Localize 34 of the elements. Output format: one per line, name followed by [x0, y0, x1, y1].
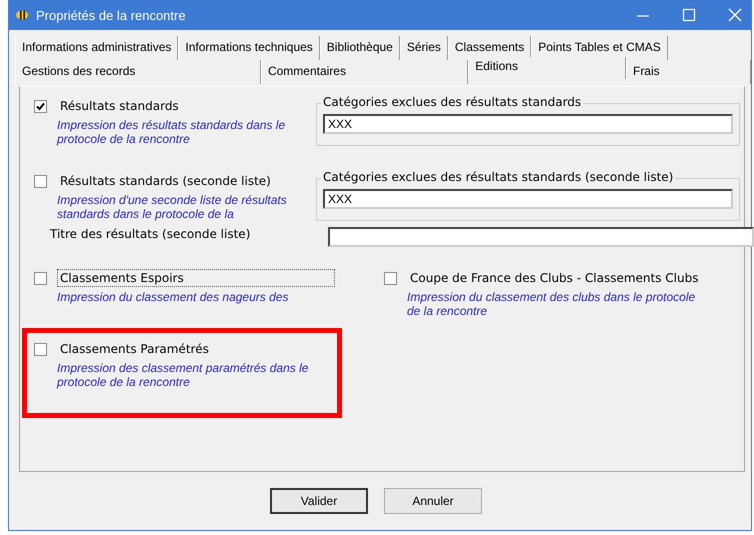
dialog-button[interactable]: Valider [270, 488, 368, 514]
option-description: Impression des classement paramétrés dans le protocole de la rencontre [57, 361, 310, 389]
text-field[interactable] [328, 227, 754, 247]
option-label: Coupe de France des Clubs - Classements Clubs [409, 270, 700, 287]
close-icon[interactable] [728, 8, 742, 22]
option-label: Classements Paramétrés [59, 341, 210, 358]
option-label: Classements Espoirs [57, 269, 335, 287]
option-label: Résultats standards [59, 98, 180, 115]
checkbox[interactable] [34, 100, 47, 112]
option-description: Impression du classement des clubs dans le protocole de la rencontre [407, 290, 696, 318]
checkbox[interactable] [34, 272, 47, 284]
maximize-icon[interactable] [682, 8, 696, 22]
bee-icon [14, 8, 30, 22]
tab[interactable]: Editions [468, 57, 626, 79]
checkbox[interactable] [34, 174, 47, 188]
tab[interactable]: Bibliothèque [320, 36, 400, 60]
option-label: Résultats standards (seconde liste) [59, 173, 272, 190]
group-label: Catégories exclues des résultats standards (seconde liste) [321, 170, 676, 184]
checkbox[interactable] [384, 272, 397, 284]
option-description: Impression d'une seconde liste de résultats standards dans le protocole de la [57, 193, 288, 221]
text-field[interactable]: XXX [323, 189, 733, 209]
option-description: Impression des résultats standards dans le protocole de la rencontre [57, 118, 286, 146]
checkbox[interactable] [34, 342, 47, 356]
tab[interactable]: Gestions des records [15, 60, 261, 84]
field-label: Titre des résultats (seconde liste) [49, 227, 252, 243]
dialog-button[interactable]: Annuler [384, 488, 482, 514]
option-description: Impression du classement des nageurs des [57, 290, 290, 304]
tab[interactable]: Informations administratives [15, 36, 178, 60]
window-title: Propriétés de la rencontre [36, 8, 186, 22]
tab[interactable]: Séries [400, 36, 448, 60]
tab[interactable]: Frais [626, 60, 751, 84]
group-label: Catégories exclues des résultats standards [321, 95, 584, 109]
tab[interactable]: Informations techniques [178, 36, 320, 60]
text-field[interactable]: XXX [323, 114, 733, 134]
